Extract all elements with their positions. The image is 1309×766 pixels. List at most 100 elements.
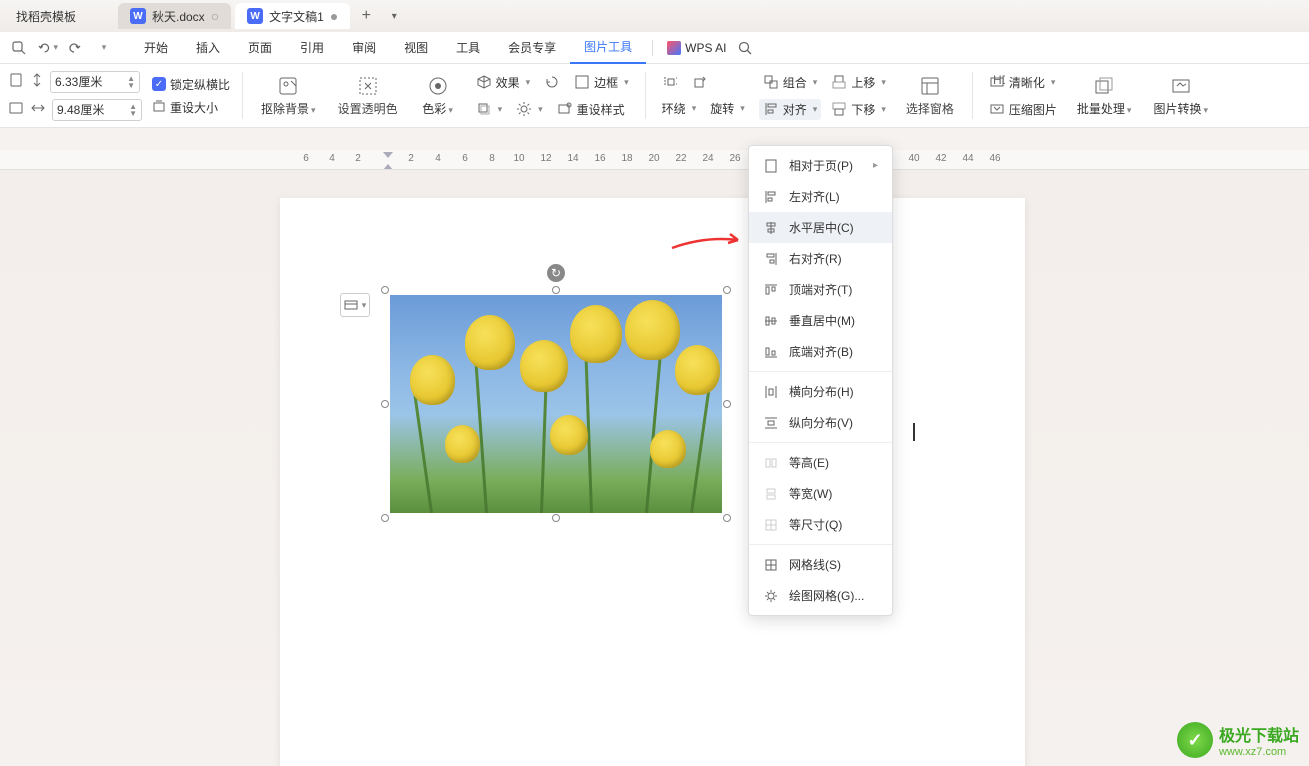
menu-picture-tools[interactable]: 图片工具 [570,32,646,64]
undo-button[interactable]: ▾ [36,37,58,59]
watermark-url: www.xz7.com [1219,746,1299,758]
menu-review[interactable]: 审阅 [338,32,390,64]
clear-button[interactable]: HD清晰化▾ [985,72,1061,93]
lock-ratio-checkbox[interactable]: ✓锁定纵横比 [152,76,230,93]
ruler-tick: 22 [675,153,686,164]
lock-ratio-label: 锁定纵横比 [170,76,230,93]
color-button[interactable]: 色彩▾ [414,68,462,123]
compress-button[interactable]: 压缩图片 [985,99,1061,120]
selected-image[interactable]: ↻ [385,290,727,518]
menu-member[interactable]: 会员专享 [494,32,570,64]
up-label: 上移 [851,74,875,91]
effects-dd[interactable]: ▾ [472,99,507,119]
dd-label: 水平居中(C) [789,219,854,236]
reset-style-button[interactable]: 重设样式 [553,99,629,120]
ribbon: ▲▼ ▲▼ ✓锁定纵横比 重设大小 抠除背景▾ 设置透明色 色彩▾ 效果▾ 边框… [0,64,1309,128]
wrap-icon [662,74,678,90]
move-down-button[interactable]: 下移▾ [827,99,890,120]
transparent-button[interactable]: 设置透明色 [332,68,404,123]
indent-marker[interactable] [383,152,393,168]
dd-relative-page[interactable]: 相对于页(P)▸ [749,150,892,181]
dd-gridlines[interactable]: 网格线(S) [749,549,892,580]
ruler-tick: 2 [355,153,361,164]
height-input[interactable]: ▲▼ [50,71,140,93]
menu-tools[interactable]: 工具 [442,32,494,64]
brightness-button[interactable]: ▾ [512,99,547,119]
menu-view[interactable]: 视图 [390,32,442,64]
group-button[interactable]: 组合▾ [759,72,822,93]
sun-icon [516,101,532,117]
width-icon [30,101,46,118]
dd-align-top[interactable]: 顶端对齐(T) [749,274,892,305]
resize-handle-mr[interactable] [723,400,731,408]
chevron-right-icon: ▸ [873,160,878,171]
color-icon [427,75,449,97]
resize-handle-br[interactable] [723,514,731,522]
select-pane-button[interactable]: 选择窗格 [900,68,960,123]
ruler-tick: 40 [908,153,919,164]
move-up-button[interactable]: 上移▾ [827,72,890,93]
spinner-icon[interactable]: ▲▼ [129,103,137,117]
document-page[interactable]: ▾ ↻ [280,198,1025,766]
resize-handle-ml[interactable] [381,400,389,408]
new-tab-button[interactable]: + [354,4,378,28]
resize-handle-tr[interactable] [723,286,731,294]
rotate-handle[interactable]: ↻ [547,264,565,282]
batch-label: 批量处理▾ [1077,100,1132,117]
resize-handle-tl[interactable] [381,286,389,294]
align-center-icon [763,220,779,236]
close-icon[interactable]: ○ [211,8,219,24]
resize-handle-bm[interactable] [552,514,560,522]
rotate-left-button[interactable] [540,72,564,92]
separator [749,371,892,372]
wps-ai-button[interactable]: WPS AI [659,41,734,55]
remove-bg-button[interactable]: 抠除背景▾ [255,68,322,123]
dd-align-middle[interactable]: 垂直居中(M) [749,305,892,336]
menu-start[interactable]: 开始 [130,32,182,64]
width-input[interactable]: ▲▼ [52,99,142,121]
reset-icon [152,99,166,116]
menu-reference[interactable]: 引用 [286,32,338,64]
width-value[interactable] [57,103,129,117]
search-button[interactable] [734,37,756,59]
wrap-button[interactable] [658,72,682,92]
spinner-icon[interactable]: ▲▼ [127,75,135,89]
layout-options-button[interactable]: ▾ [340,293,370,317]
resize-handle-tm[interactable] [552,286,560,294]
template-tab[interactable]: 找稻壳模板 [4,3,114,29]
align-label: 对齐 [783,101,807,118]
dd-distribute-v[interactable]: 纵向分布(V) [749,407,892,438]
rotate-icon [544,74,560,90]
redo-button[interactable] [64,37,86,59]
tab-menu-button[interactable]: ▾ [382,4,406,28]
separator [749,544,892,545]
rotate-dd[interactable]: 旋转▾ [706,98,749,119]
reset-size-button[interactable]: 重设大小 [152,99,230,116]
align-button[interactable]: 对齐▾ [759,99,822,120]
dd-align-center-h[interactable]: 水平居中(C) [749,212,892,243]
convert-button[interactable]: 图片转换▾ [1147,68,1214,123]
doc-tab-1[interactable]: W 秋天.docx ○ [118,3,231,29]
menu-insert[interactable]: 插入 [182,32,234,64]
effect-button[interactable]: 效果▾ [472,72,535,93]
dd-distribute-h[interactable]: 横向分布(H) [749,376,892,407]
dd-align-right[interactable]: 右对齐(R) [749,243,892,274]
dd-draw-grid[interactable]: 绘图网格(G)... [749,580,892,611]
batch-button[interactable]: 批量处理▾ [1071,68,1138,123]
border-button[interactable]: 边框▾ [570,72,633,93]
rotate-button[interactable] [688,72,712,92]
height-value[interactable] [55,75,127,89]
dd-align-bottom[interactable]: 底端对齐(B) [749,336,892,367]
align-middle-icon [763,313,779,329]
menu-page[interactable]: 页面 [234,32,286,64]
doc-tab-2[interactable]: W 文字文稿1 ● [235,3,350,29]
close-icon[interactable]: ● [330,8,338,24]
wrap-dd[interactable]: 环绕▾ [658,98,701,119]
dd-label: 网格线(S) [789,556,841,573]
qat-more[interactable]: ▾ [92,37,114,59]
resize-handle-bl[interactable] [381,514,389,522]
ruler-tick: 8 [489,153,495,164]
grid-icon [763,557,779,573]
search-icon[interactable] [8,37,30,59]
dd-align-left[interactable]: 左对齐(L) [749,181,892,212]
